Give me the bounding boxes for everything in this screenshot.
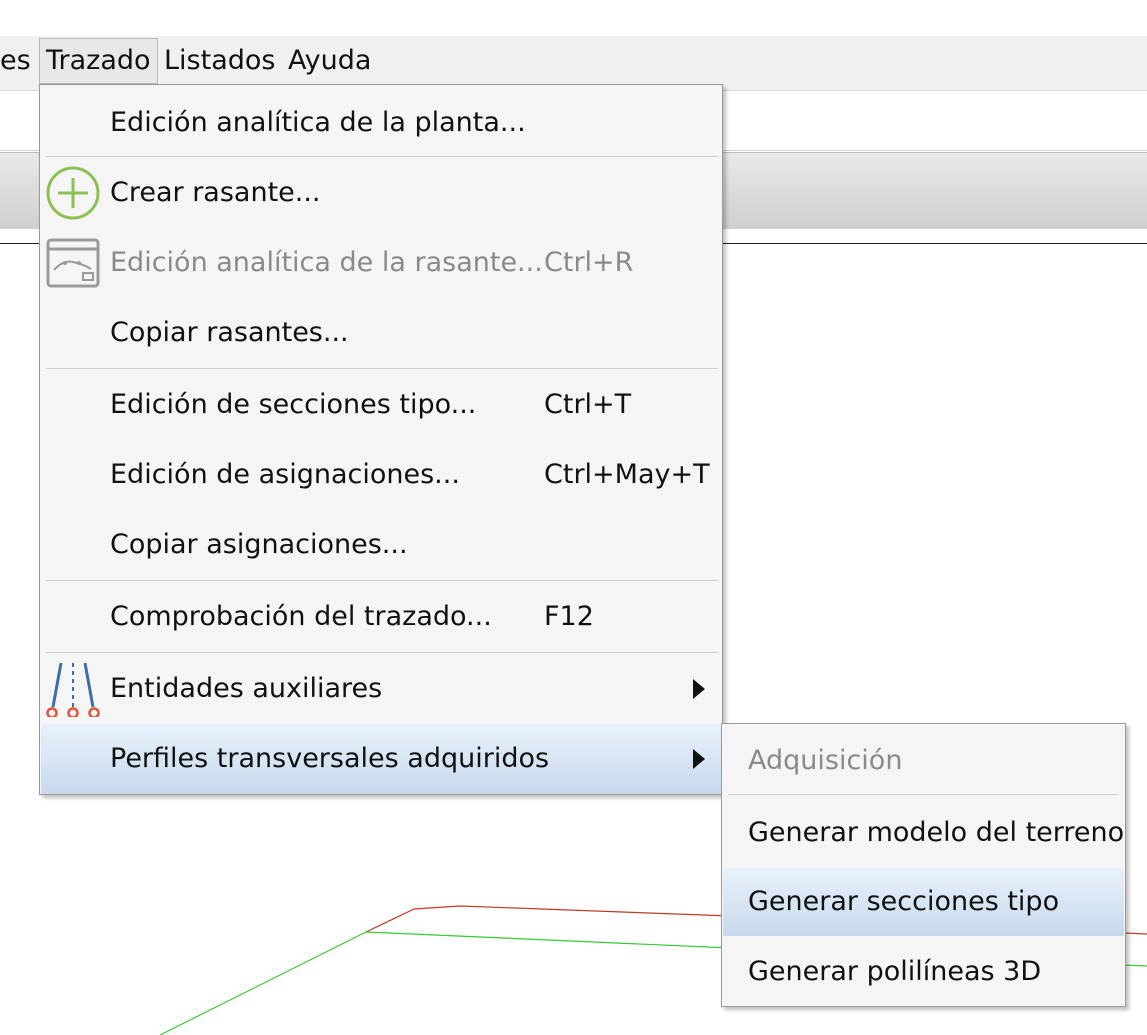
menu-item-label: Edición de secciones tipo... xyxy=(110,389,477,420)
menu-separator xyxy=(46,652,718,653)
menu-item-label: Edición analítica de la rasante... xyxy=(110,247,543,278)
menu-item-shortcut: Ctrl+T xyxy=(544,389,632,420)
menu-item-shortcut: F12 xyxy=(544,601,594,632)
menu-item-label: Copiar rasantes... xyxy=(110,317,349,348)
menu-separator xyxy=(46,580,718,581)
menu-item-label: Copiar asignaciones... xyxy=(110,529,408,560)
perfiles-submenu: Adquisición Generar modelo del terreno G… xyxy=(721,723,1126,1007)
menu-item-copiar-asignaciones[interactable]: Copiar asignaciones... xyxy=(41,510,721,580)
menu-item-perfiles-transversales[interactable]: Perfiles transversales adquiridos xyxy=(41,724,721,794)
submenu-item-label: Generar modelo del terreno xyxy=(748,817,1125,848)
submenu-separator xyxy=(728,794,1118,795)
menu-item-label: Crear rasante... xyxy=(110,177,321,208)
submenu-item-generar-secciones-tipo[interactable]: Generar secciones tipo xyxy=(723,868,1124,936)
menu-separator xyxy=(46,368,718,369)
trazado-dropdown-menu: Edición analítica de la planta... Crear … xyxy=(39,84,723,795)
submenu-arrow-icon xyxy=(693,749,705,769)
profile-window-icon xyxy=(46,238,100,288)
menu-item-label: Perfiles transversales adquiridos xyxy=(110,743,550,774)
menu-item-shortcut: Ctrl+R xyxy=(544,247,634,278)
menu-item-comprobacion-trazado[interactable]: Comprobación del trazado... F12 xyxy=(41,582,721,652)
menu-item-entidades-auxiliares[interactable]: Entidades auxiliares xyxy=(41,654,721,724)
plus-circle-icon xyxy=(46,166,100,220)
menu-item-label: Edición analítica de la planta... xyxy=(110,107,526,138)
submenu-item-label: Generar secciones tipo xyxy=(748,886,1060,917)
menu-item-crear-rasante[interactable]: Crear rasante... xyxy=(41,158,721,228)
submenu-item-label: Generar polilíneas 3D xyxy=(748,956,1042,987)
submenu-arrow-icon xyxy=(693,679,705,699)
submenu-item-label: Adquisición xyxy=(748,745,903,776)
menu-item-label: Edición de asignaciones... xyxy=(110,459,460,490)
menu-item-shortcut: Ctrl+May+T xyxy=(544,459,710,490)
menu-item-edicion-planta[interactable]: Edición analítica de la planta... xyxy=(41,88,721,158)
menu-separator xyxy=(46,156,718,157)
menu-item-edicion-secciones[interactable]: Edición de secciones tipo... Ctrl+T xyxy=(41,370,721,440)
menu-item-edicion-rasante[interactable]: Edición analítica de la rasante... Ctrl+… xyxy=(41,228,721,298)
road-lanes-icon xyxy=(46,662,100,717)
submenu-item-generar-polilineas-3d[interactable]: Generar polilíneas 3D xyxy=(723,938,1124,1006)
menu-item-edicion-asignaciones[interactable]: Edición de asignaciones... Ctrl+May+T xyxy=(41,440,721,510)
submenu-item-generar-modelo-terreno[interactable]: Generar modelo del terreno xyxy=(723,799,1124,867)
submenu-item-adquisicion[interactable]: Adquisición xyxy=(723,727,1124,795)
menu-item-label: Comprobación del trazado... xyxy=(110,601,492,632)
menu-item-label: Entidades auxiliares xyxy=(110,673,383,704)
menu-item-copiar-rasantes[interactable]: Copiar rasantes... xyxy=(41,298,721,368)
